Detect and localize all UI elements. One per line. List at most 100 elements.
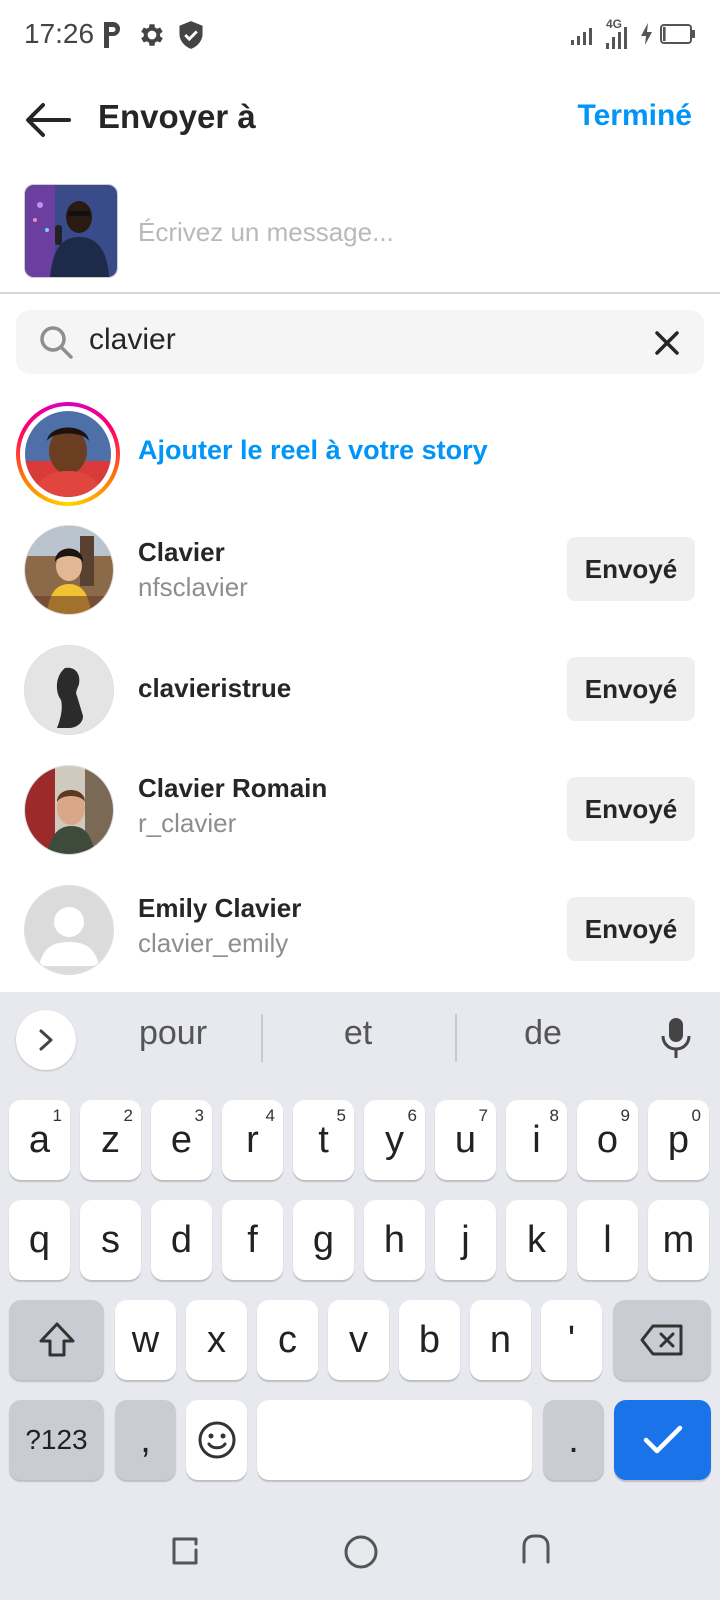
chevron-right-icon xyxy=(39,1029,53,1051)
key-i[interactable]: i8 xyxy=(506,1100,567,1180)
status-time: 17:26 xyxy=(24,18,95,49)
key-period[interactable]: . xyxy=(543,1400,604,1480)
key-label: a xyxy=(28,1118,51,1161)
key-v[interactable]: v xyxy=(328,1300,389,1380)
key-apostrophe[interactable]: ' xyxy=(541,1300,602,1380)
page-title: Envoyer à xyxy=(98,98,256,135)
key-label: c xyxy=(278,1318,297,1361)
done-button[interactable]: Terminé xyxy=(578,99,692,133)
search-query[interactable]: clavier xyxy=(89,323,176,357)
home-icon xyxy=(344,1535,378,1569)
contact-name: Clavier Romain xyxy=(138,773,328,803)
message-input[interactable] xyxy=(138,210,698,254)
back-button[interactable] xyxy=(20,92,76,148)
status-right-icons: 4G xyxy=(570,17,696,52)
key-label: b xyxy=(418,1318,441,1361)
suggestion-divider xyxy=(455,1014,457,1062)
suggestion-2[interactable]: et xyxy=(273,1014,443,1053)
back-nav-button[interactable] xyxy=(520,1532,554,1571)
mic-icon xyxy=(661,1018,691,1058)
key-j[interactable]: j xyxy=(435,1200,496,1280)
contact-handle: nfsclavier xyxy=(138,572,248,602)
key-label: o xyxy=(596,1118,619,1161)
key-u[interactable]: u7 xyxy=(435,1100,496,1180)
key-g[interactable]: g xyxy=(293,1200,354,1280)
key-hint: 1 xyxy=(52,1106,62,1125)
key-label: ?123 xyxy=(25,1424,88,1455)
key-x[interactable]: x xyxy=(186,1300,247,1380)
key-a[interactable]: a1 xyxy=(9,1100,70,1180)
sent-button[interactable]: Envoyé xyxy=(567,897,695,961)
key-f[interactable]: f xyxy=(222,1200,283,1280)
suggestion-1[interactable]: pour xyxy=(88,1014,258,1053)
key-y[interactable]: y6 xyxy=(364,1100,425,1180)
key-b[interactable]: b xyxy=(399,1300,460,1380)
key-label: l xyxy=(603,1218,612,1261)
key-n[interactable]: n xyxy=(470,1300,531,1380)
key-label: . xyxy=(568,1418,579,1461)
key-label: x xyxy=(207,1318,226,1361)
suggestion-3[interactable]: de xyxy=(458,1014,628,1053)
key-t[interactable]: t5 xyxy=(293,1100,354,1180)
sent-button[interactable]: Envoyé xyxy=(567,777,695,841)
key-label: n xyxy=(489,1318,512,1361)
status-bar: 17:26 4G xyxy=(0,0,720,72)
key-l[interactable]: l xyxy=(577,1200,638,1280)
add-to-story-link[interactable]: Ajouter le reel à votre story xyxy=(138,435,488,466)
clear-search-button[interactable] xyxy=(648,324,686,362)
key-label: k xyxy=(527,1218,546,1261)
key-e[interactable]: e3 xyxy=(151,1100,212,1180)
avatar xyxy=(25,411,111,497)
sent-button[interactable]: Envoyé xyxy=(567,657,695,721)
recents-button[interactable] xyxy=(168,1534,202,1573)
key-q[interactable]: q xyxy=(9,1200,70,1280)
shift-key[interactable] xyxy=(9,1300,104,1380)
key-label: f xyxy=(247,1218,258,1261)
key-label: t xyxy=(318,1118,329,1161)
key-label: ' xyxy=(567,1318,576,1361)
key-label: h xyxy=(383,1218,406,1261)
key-z[interactable]: z2 xyxy=(80,1100,141,1180)
reel-thumbnail xyxy=(24,184,118,278)
home-button[interactable] xyxy=(343,1534,379,1575)
network-4g-icon: 4G xyxy=(604,17,634,51)
avatar xyxy=(24,765,114,855)
key-label: i xyxy=(532,1118,541,1161)
key-k[interactable]: k xyxy=(506,1200,567,1280)
enter-key[interactable] xyxy=(614,1400,711,1480)
mic-button[interactable] xyxy=(648,1010,704,1066)
key-hint: 2 xyxy=(123,1106,133,1125)
key-hint: 9 xyxy=(620,1106,630,1125)
contact-name: Clavier xyxy=(138,537,225,567)
key-c[interactable]: c xyxy=(257,1300,318,1380)
backspace-key[interactable] xyxy=(613,1300,711,1380)
key-label: y xyxy=(385,1118,404,1161)
key-r[interactable]: r4 xyxy=(222,1100,283,1180)
key-m[interactable]: m xyxy=(648,1200,709,1280)
key-comma[interactable]: , xyxy=(115,1400,176,1480)
key-label: p xyxy=(667,1118,690,1161)
toolbar-expand-button[interactable] xyxy=(16,1010,76,1070)
symbols-key[interactable]: ?123 xyxy=(9,1400,104,1480)
key-hint: 8 xyxy=(549,1106,559,1125)
settings-icon xyxy=(137,20,167,55)
key-h[interactable]: h xyxy=(364,1200,425,1280)
key-d[interactable]: d xyxy=(151,1200,212,1280)
key-hint: 6 xyxy=(407,1106,417,1125)
parking-icon xyxy=(100,20,124,55)
space-key[interactable] xyxy=(257,1400,532,1480)
key-hint: 4 xyxy=(265,1106,275,1125)
battery-icon xyxy=(660,23,696,50)
key-w[interactable]: w xyxy=(115,1300,176,1380)
key-label: , xyxy=(140,1418,151,1461)
suggestion-divider xyxy=(261,1014,263,1062)
key-label: m xyxy=(662,1218,695,1261)
sent-button[interactable]: Envoyé xyxy=(567,537,695,601)
key-label: e xyxy=(170,1118,193,1161)
key-p[interactable]: p0 xyxy=(648,1100,709,1180)
navigation-bar xyxy=(0,1500,720,1600)
key-s[interactable]: s xyxy=(80,1200,141,1280)
key-o[interactable]: o9 xyxy=(577,1100,638,1180)
key-label: w xyxy=(131,1318,160,1361)
emoji-key[interactable] xyxy=(186,1400,247,1480)
